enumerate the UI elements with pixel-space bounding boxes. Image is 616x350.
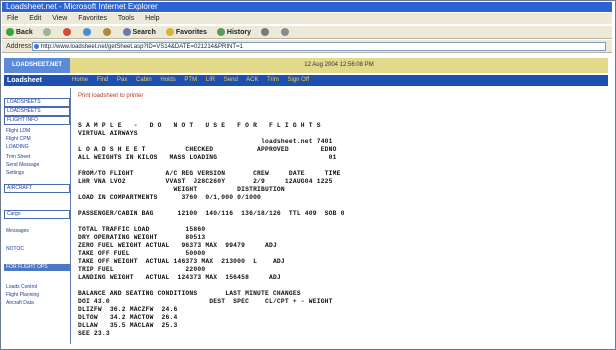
loadsheet-line: SEE 23.3 [78, 330, 110, 337]
home-button[interactable] [102, 28, 113, 37]
nav-ptm[interactable]: PTM [184, 77, 197, 83]
sidebar-item[interactable]: LOADSHEETS [4, 107, 70, 116]
nav-links: Home Find Pax Cabin Holds PTM LIR Send A… [72, 75, 316, 86]
menu-favorites[interactable]: Favorites [78, 15, 107, 22]
sidebar-item[interactable]: FOR FLIGHT OPS [4, 264, 70, 271]
sidebar: LOADSHEETS LOADSHEETS FLIGHT INFO Flight… [4, 88, 71, 344]
toolbar: Back Search Favorites History [2, 25, 612, 39]
nav-holds[interactable]: Holds [160, 77, 175, 83]
loadsheet-line: DOI 43.0 DEST SPEC CL/CPT + - WEIGHT [78, 298, 333, 305]
address-input[interactable]: http://www.loadsheet.net/getSheet.asp?ID… [32, 42, 606, 51]
loadsheet-line: BALANCE AND SEATING CONDITIONS LAST MINU… [78, 290, 301, 297]
menu-file[interactable]: File [7, 15, 18, 22]
nav-pax[interactable]: Pax [117, 77, 127, 83]
loadsheet-line: DLLAW 35.5 MACLAW 25.3 [78, 322, 178, 329]
address-bar: Address http://www.loadsheet.net/getShee… [2, 40, 612, 53]
menu-view[interactable]: View [52, 15, 67, 22]
site-logo[interactable]: LOADSHEET.NET [4, 58, 70, 73]
history-label: History [226, 29, 252, 36]
sidebar-item[interactable]: Aircraft Data [4, 300, 70, 307]
back-label: Back [16, 29, 33, 36]
sidebar-item[interactable]: Flight Planning [4, 292, 70, 299]
sidebar-item[interactable]: Trim Sheet [4, 154, 70, 161]
loadsheet-line: DLTOW 34.2 MACTOW 26.4 [78, 314, 178, 321]
sidebar-item[interactable]: LOADING [4, 144, 70, 151]
nav-send[interactable]: Send [224, 77, 238, 83]
menu-edit[interactable]: Edit [29, 15, 41, 22]
loadsheet-line: VIRTUAL AIRWAYS [78, 130, 138, 137]
loadsheet-line: TOTAL TRAFFIC LOAD 15860 [78, 226, 206, 233]
refresh-icon [82, 28, 91, 37]
nav-home[interactable]: Home [72, 77, 88, 83]
star-icon [165, 28, 174, 37]
nav-find[interactable]: Find [97, 77, 109, 83]
loadsheet-line: PASSENGER/CABIN BAG 12100 140/116 136/18… [78, 210, 345, 217]
back-arrow-icon [6, 28, 14, 37]
loadsheet-line: DRY OPERATING WEIGHT 80513 [78, 234, 206, 241]
print-loadsheet-link[interactable]: Print loadsheet to printer [78, 93, 143, 99]
sidebar-item[interactable]: FLIGHT INFO [4, 116, 70, 125]
history-icon [216, 28, 225, 37]
date-display: 12 Aug 2004 12:56:08 PM [70, 58, 608, 73]
sidebar-item[interactable]: LOADSHEETS [4, 98, 70, 107]
loadsheet-line: TAKE OFF WEIGHT ACTUAL 146373 MAX 213000… [78, 258, 285, 265]
nav-cabin[interactable]: Cabin [136, 77, 152, 83]
loadsheet-line: ZERO FUEL WEIGHT ACTUAL 96373 MAX 99479 … [78, 242, 277, 249]
loadsheet-line: LOAD IN COMPARTMENTS 3760 0/1,000 0/1000 [78, 194, 262, 201]
address-url: http://www.loadsheet.net/getSheet.asp?ID… [41, 44, 243, 50]
refresh-button[interactable] [82, 28, 93, 37]
search-label: Search [132, 29, 156, 36]
sidebar-item[interactable]: NOTOC [4, 246, 70, 253]
menu-tools[interactable]: Tools [118, 15, 134, 22]
menu-bar: File Edit View Favorites Tools Help [2, 13, 612, 24]
search-button[interactable]: Search [122, 28, 156, 37]
loadsheet-line: ALL WEIGHTS IN KILOS MASS LOADING 01 [78, 154, 337, 161]
mail-icon [260, 28, 269, 37]
forward-arrow-icon [42, 28, 51, 37]
sidebar-item[interactable]: Send Message [4, 162, 70, 169]
sidebar-item[interactable]: AIRCRAFT [4, 184, 70, 193]
loadsheet-line: S A M P L E - D O N O T U S E F O R F L … [78, 122, 321, 129]
favorites-label: Favorites [175, 29, 207, 36]
sidebar-item[interactable]: Flight CPM [4, 136, 70, 143]
loadsheet-line: L O A D S H E E T CHECKED APPROVED EDNO [78, 146, 337, 153]
loadsheet-line: DLIZFW 36.2 MACZFW 24.6 [78, 306, 178, 313]
site-header: LOADSHEET.NET 12 Aug 2004 12:56:08 PM [4, 58, 608, 73]
nav-brand: Loadsheet [7, 77, 43, 84]
history-button[interactable]: History [216, 28, 252, 37]
sidebar-item[interactable]: Messages [4, 228, 70, 235]
nav-trim[interactable]: Trim [267, 77, 279, 83]
nav-lir[interactable]: LIR [206, 77, 215, 83]
stop-icon [62, 28, 71, 37]
loadsheet-line: TAKE OFF FUEL 50000 [78, 250, 206, 257]
address-label: Address [6, 43, 32, 50]
loadsheet-line: LANDING WEIGHT ACTUAL 124373 MAX 156458 … [78, 274, 281, 281]
nav-ack[interactable]: ACK [246, 77, 258, 83]
site-nav: Loadsheet Home Find Pax Cabin Holds PTM … [4, 75, 608, 86]
print-button[interactable] [280, 28, 291, 37]
loadsheet-line: loadsheet.net 7401 [78, 138, 333, 145]
loadsheet-line: LHR VNA LVO2 VVAST J28C260Y 2/9 12AUG04 … [78, 178, 333, 185]
menu-help[interactable]: Help [145, 15, 159, 22]
loadsheet-content: Print loadsheet to printer S A M P L E -… [76, 88, 606, 344]
back-button[interactable]: Back [6, 28, 33, 37]
favorites-button[interactable]: Favorites [165, 28, 207, 37]
search-icon [122, 28, 131, 37]
loadsheet-line: TRIP FUEL 22000 [78, 266, 206, 273]
nav-sign-off[interactable]: Sign Off [288, 77, 310, 83]
printer-icon [280, 28, 289, 37]
ie-page-icon [34, 44, 39, 49]
mail-button[interactable] [260, 28, 271, 37]
loadsheet-line: WEIGHT DISTRIBUTION [78, 186, 285, 193]
sidebar-item[interactable]: Settings [4, 170, 70, 177]
sidebar-item[interactable]: Loads Control [4, 284, 70, 291]
stop-button[interactable] [62, 28, 73, 37]
loadsheet-line: FROM/TO FLIGHT A/C REG VERSION CREW DATE… [78, 170, 341, 177]
window-title: Loadsheet.net - Microsoft Internet Explo… [2, 2, 612, 12]
sidebar-item[interactable]: Flight LDM [4, 128, 70, 135]
home-icon [102, 28, 111, 37]
sidebar-item[interactable]: Cargo [4, 210, 70, 219]
forward-button[interactable] [42, 28, 53, 37]
